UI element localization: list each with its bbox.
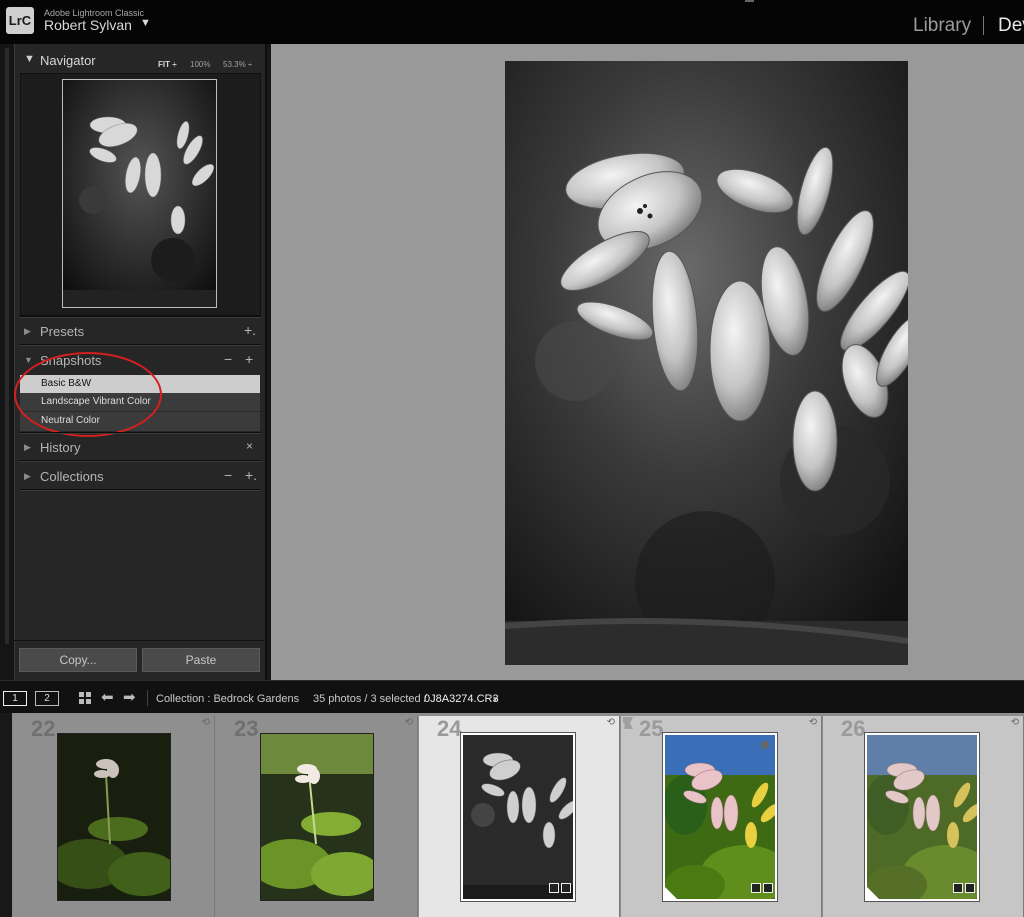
divider [20, 489, 261, 491]
snapshot-item[interactable]: Neutral Color [20, 411, 260, 429]
zoom-100-option[interactable]: 100% [190, 60, 210, 69]
filmstrip-cell[interactable]: 22 ⟲ [13, 716, 215, 917]
module-develop[interactable]: Dev [998, 15, 1024, 37]
triangle-right-icon[interactable]: ▶ [24, 326, 31, 337]
navigator-photo [63, 80, 216, 307]
snapshots-title: Snapshots [40, 353, 102, 368]
user-name[interactable]: Robert Sylvan [44, 17, 132, 33]
main-photo[interactable] [505, 61, 908, 665]
module-library[interactable]: Library [913, 15, 971, 37]
cell-index: 23 [234, 716, 259, 741]
rotate-icon[interactable]: ⟲ [809, 717, 817, 728]
left-panel-edge[interactable] [0, 44, 14, 680]
virtual-copy-corner-icon [665, 887, 677, 899]
clear-history-icon[interactable]: × [246, 439, 253, 453]
history-header[interactable]: ▶ History × [20, 435, 261, 461]
triangle-down-icon[interactable]: ▼ [24, 53, 35, 65]
top-panel-handle[interactable] [745, 0, 754, 2]
presets-title: Presets [40, 324, 85, 339]
crop-badge-icon [953, 883, 963, 893]
primary-display-button[interactable]: 1 [3, 691, 27, 706]
add-snapshot-icon[interactable]: + [245, 351, 253, 367]
zoom-fit-option[interactable]: FIT ÷ [158, 60, 177, 69]
develop-adjusted-badge-icon [561, 883, 571, 893]
collections-header[interactable]: ▶ Collections − +. [20, 464, 261, 490]
lrc-logo: LrC [6, 7, 34, 34]
develop-adjusted-badge-icon [965, 883, 975, 893]
photo-count: 35 photos / 3 selected / [313, 693, 427, 705]
thumbnail[interactable] [260, 733, 374, 901]
snapshot-item[interactable]: Landscape Vibrant Color [20, 393, 260, 411]
crop-badge-icon [751, 883, 761, 893]
filmstrip-scroll-edge[interactable] [0, 713, 12, 917]
filmstrip-toolbar: 1 2 ⬅ ➡ Collection : Bedrock Gardens 35 … [0, 680, 1024, 713]
thumbnail-image [261, 734, 373, 900]
history-title: History [40, 440, 81, 455]
grid-icon[interactable] [79, 692, 92, 705]
thumbnail[interactable] [662, 732, 778, 902]
filmstrip-cell-selected[interactable]: 25 ⟲ [621, 716, 822, 917]
snapshot-item[interactable]: Basic B&W [20, 375, 260, 393]
separator [147, 690, 148, 706]
cell-index: 25 [639, 716, 664, 741]
snapshots-header[interactable]: ▼ Snapshots − + [20, 348, 261, 374]
paste-button[interactable]: Paste [142, 648, 260, 672]
add-collection-icon[interactable]: +. [245, 467, 257, 483]
navigator-preview[interactable] [62, 79, 217, 308]
filmstrip-cell-selected[interactable]: 26 ⟲ [823, 716, 1024, 917]
remove-snapshot-icon[interactable]: − [224, 351, 232, 367]
filename-caret-icon[interactable]: ▾ [493, 694, 498, 705]
module-separator [983, 16, 984, 35]
rotate-icon[interactable]: ⟲ [202, 717, 210, 728]
user-menu-caret-icon[interactable]: ▼ [140, 17, 151, 29]
develop-adjusted-badge-icon [763, 883, 773, 893]
cell-index: 22 [31, 716, 56, 741]
flag-icon[interactable] [623, 717, 633, 729]
divider [20, 344, 261, 346]
divider [14, 640, 267, 641]
thumbnail-image [463, 735, 573, 899]
rotate-icon[interactable]: ⟲ [1011, 717, 1019, 728]
arrow-right-icon[interactable]: ➡ [123, 688, 136, 706]
collection-source[interactable]: Collection : Bedrock Gardens [156, 693, 299, 705]
filmstrip-cell-current[interactable]: 24 ⟲ [419, 716, 620, 917]
thumbnail[interactable] [864, 732, 980, 902]
arrow-left-icon[interactable]: ⬅ [101, 688, 114, 706]
crop-badge-icon [549, 883, 559, 893]
triangle-right-icon[interactable]: ▶ [24, 442, 31, 453]
divider [20, 432, 261, 434]
navigator-title: Navigator [40, 53, 96, 68]
secondary-display-button[interactable]: 2 [35, 691, 59, 706]
hosta-flower-bw-photo [505, 61, 908, 665]
zoom-custom-option[interactable]: 53.3% ÷ [223, 60, 252, 69]
rotate-icon[interactable]: ⟲ [405, 717, 413, 728]
triangle-right-icon[interactable]: ▶ [24, 471, 31, 482]
thumbnail-image [867, 735, 977, 899]
cell-index: 26 [841, 716, 866, 741]
thumbnail[interactable] [57, 733, 171, 901]
thumbnail-image [58, 734, 170, 900]
collections-title: Collections [40, 469, 104, 484]
navigator-header[interactable]: ▼ Navigator FIT ÷ 100% 53.3% ÷ [20, 48, 261, 74]
divider [20, 316, 261, 318]
cell-index: 24 [437, 716, 462, 741]
copy-button[interactable]: Copy... [19, 648, 137, 672]
thumbnail[interactable] [460, 732, 576, 902]
filmstrip-cell[interactable]: 23 ⟲ [216, 716, 418, 917]
identity-bar: LrC Adobe Lightroom Classic Robert Sylva… [0, 0, 1024, 44]
remove-collection-icon[interactable]: − [224, 467, 232, 483]
snapshots-list: Basic B&W Landscape Vibrant Color Neutra… [20, 375, 260, 431]
color-label-dot [761, 741, 769, 749]
triangle-down-icon[interactable]: ▼ [24, 355, 33, 365]
thumbnail-image [665, 735, 775, 899]
virtual-copy-corner-icon [867, 887, 879, 899]
panel-grip[interactable] [5, 48, 9, 644]
add-preset-icon[interactable]: +. [244, 322, 256, 338]
rotate-icon[interactable]: ⟲ [607, 717, 615, 728]
presets-header[interactable]: ▶ Presets +. [20, 319, 261, 345]
divider [20, 460, 261, 462]
current-filename[interactable]: 0J8A3274.CR3 [424, 693, 499, 705]
